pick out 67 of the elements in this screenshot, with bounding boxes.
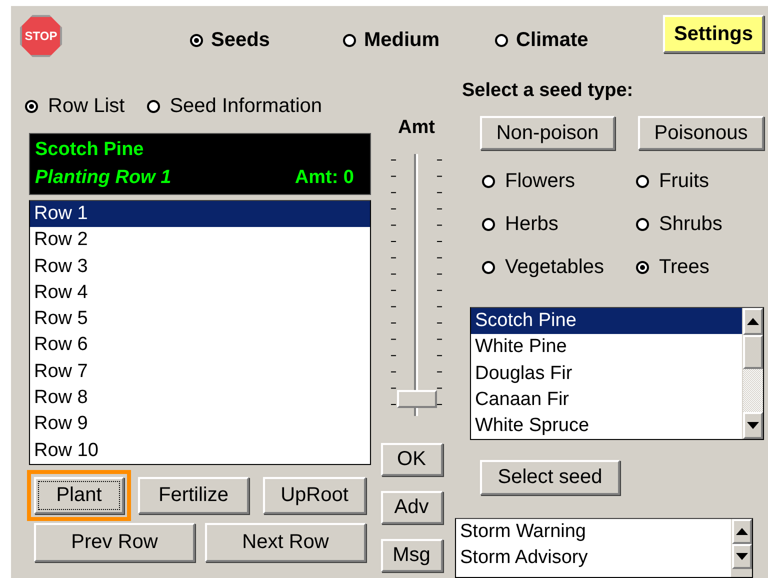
radio-option[interactable]: Vegetables [482,256,636,279]
down-arrow-icon [736,553,748,560]
amount-label: Amt [398,117,435,139]
action-button[interactable]: Fertilize [138,477,249,514]
action-button[interactable]: UpRoot [263,477,366,514]
radio-option[interactable]: Shrubs [636,213,722,236]
radio-indicator[interactable] [190,34,203,47]
action-button[interactable]: Plant [34,477,124,514]
row-list-item[interactable]: Row 1 [30,201,370,228]
seed-name: Scotch Pine [35,139,145,162]
planting-status: Planting Row 1 [35,166,172,190]
filter-button[interactable]: Poisonous [638,116,764,150]
radio-indicator[interactable] [636,175,649,188]
row-list-item[interactable]: Row 4 [30,280,370,306]
radio-indicator[interactable] [343,34,356,47]
seed-list-item[interactable]: White Spruce [471,413,742,439]
settings-button[interactable]: Settings [663,15,764,53]
radio-indicator[interactable] [482,261,495,274]
radio-option[interactable]: Trees [636,256,722,279]
up-arrow-icon [736,528,748,535]
radio-indicator[interactable] [482,218,495,231]
message-item[interactable]: Storm Advisory [456,545,731,571]
slider-thumb[interactable] [396,390,436,408]
scrollbar-thumb[interactable] [743,335,763,369]
row-list-item[interactable]: Row 6 [30,332,370,359]
radio-indicator[interactable] [482,175,495,188]
side-button[interactable]: OK [380,443,442,476]
seed-type-heading: Select a seed type: [462,80,634,102]
row-list-item[interactable]: Row 8 [30,385,370,412]
scroll-up-button[interactable] [743,308,763,335]
row-list-item[interactable]: Row 10 [30,438,370,464]
mode-tab[interactable]: Medium [343,29,495,52]
mode-tab[interactable]: Climate [495,29,663,52]
radio-indicator[interactable] [495,34,508,47]
radio-indicator[interactable] [636,218,649,231]
row-list-item[interactable]: Row 9 [30,411,370,438]
row-list-item[interactable]: Row 2 [30,227,370,254]
radio-indicator[interactable] [636,261,649,274]
radio-option[interactable]: Row List [25,95,125,118]
nav-button[interactable]: Prev Row [34,523,195,562]
nav-button[interactable]: Next Row [205,523,366,562]
radio-option[interactable]: Herbs [482,213,636,236]
side-button[interactable]: Adv [380,491,442,524]
stop-button[interactable]: STOP [20,15,62,57]
up-arrow-icon [747,318,759,325]
message-item[interactable]: Storm Warning [456,519,731,545]
radio-option[interactable]: Fruits [636,170,722,193]
radio-indicator[interactable] [25,100,38,113]
mode-tab[interactable]: Seeds [190,29,343,52]
seed-list-item[interactable]: Canaan Fir [471,386,742,414]
scroll-up-button[interactable] [732,519,752,544]
row-list-item[interactable]: Row 5 [30,306,370,332]
select-seed-button[interactable]: Select seed [480,460,620,495]
seed-list-item[interactable]: Douglas Fir [471,360,742,387]
scroll-down-button[interactable] [732,544,752,569]
filter-button[interactable]: Non-poison [480,116,615,150]
scroll-down-button[interactable] [743,412,763,439]
seed-list-item[interactable]: Scotch Pine [471,308,742,334]
side-button[interactable]: Msg [380,539,442,572]
amount-readout: Amt: 0 [294,166,354,190]
radio-indicator[interactable] [146,100,160,113]
row-list-item[interactable]: Row 7 [30,358,370,386]
radio-option[interactable]: Seed Information [146,95,322,118]
seed-list-item[interactable]: White Pine [471,334,742,361]
row-list-item[interactable]: Row 3 [30,254,370,280]
radio-option[interactable]: Flowers [482,170,636,193]
down-arrow-icon [747,422,759,429]
